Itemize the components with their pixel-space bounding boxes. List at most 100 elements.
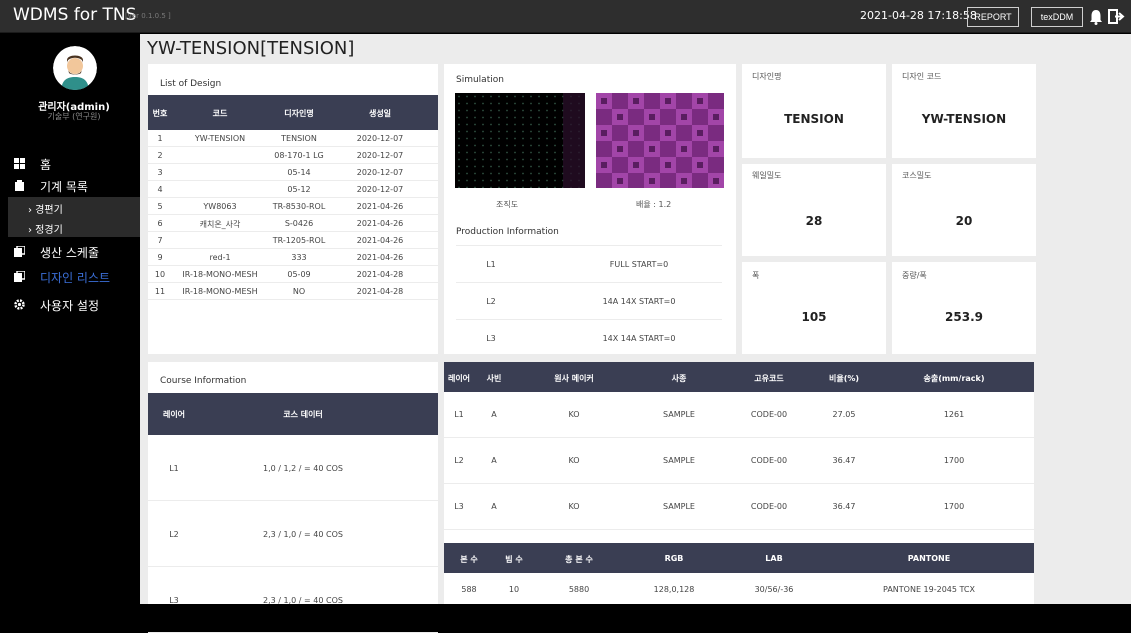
nav-label-machines: 기계 목록 <box>40 180 88 194</box>
app-title: WDMS for TNS <box>13 5 137 25</box>
design-list-row[interactable]: 11 IR-18-MONO-MESH NO 2021-04-28 <box>148 283 438 300</box>
layers-cell: A <box>491 410 497 419</box>
nav-item-home[interactable]: 홈 <box>8 153 140 175</box>
production-value: 14A 14X START=0 <box>602 297 676 306</box>
layers-header-cell: 레이어 <box>447 374 471 383</box>
design-list-row[interactable]: 1 YW-TENSION TENSION 2020-12-07 <box>148 130 438 147</box>
design-list-row[interactable]: 9 red-1 333 2021-04-26 <box>148 249 438 266</box>
course-data: 2,3 / 1,0 / = 40 COS <box>263 530 343 539</box>
course-info-row: L3 2,3 / 1,0 / = 40 COS <box>148 567 438 633</box>
nav-item-user-settings[interactable]: 사용자 설정 <box>8 294 140 316</box>
texddm-button[interactable]: texDDM <box>1031 7 1083 27</box>
layers-cell: KO <box>568 456 580 465</box>
yarn-header-cell: 총 본 수 <box>565 555 593 564</box>
nav-item-design-list[interactable]: 디자인 리스트 <box>8 266 140 288</box>
design-list-cell: 05-09 <box>287 270 311 279</box>
yarn-header-cell: RGB <box>664 554 684 563</box>
width-value: 105 <box>801 310 827 324</box>
production-info-row: L2 14A 14X START=0 <box>456 282 722 319</box>
design-list-card: List of Design 번호 코드 디자인명 생성일 1 YW-TENSIO… <box>148 64 438 354</box>
schedule-icon <box>14 246 25 257</box>
nav-item-machines[interactable]: 기계 목록 <box>8 175 140 197</box>
design-list-row[interactable]: 10 IR-18-MONO-MESH 05-09 2021-04-28 <box>148 266 438 283</box>
yarn-table-row: 588 10 5880 128,0,128 30/56/-36 PANTONE 19-20… <box>444 573 1034 604</box>
production-layer: L1 <box>486 260 496 269</box>
layers-table: 레이어 사빈 원사 메이커 사종 고유코드 비율(%) 송출(mm/rack) L1 A KO S… <box>444 362 1034 604</box>
design-list-cell: 05-14 <box>287 168 311 177</box>
design-list-header-cell: 코드 <box>212 109 228 118</box>
design-list-cell: 2021-04-26 <box>356 236 404 245</box>
wale-density-box: 웨일밀도 28 <box>742 164 886 256</box>
design-list-cell: 2021-04-28 <box>356 287 404 296</box>
yarn-cell: 5880 <box>568 585 590 594</box>
settings-icon <box>14 299 25 310</box>
yarn-header-cell: PANTONE <box>907 554 951 563</box>
layers-cell: CODE-00 <box>750 502 788 511</box>
layers-cell: CODE-00 <box>750 410 788 419</box>
yarn-cell: 588 <box>461 585 477 594</box>
design-list-cell: 2020-12-07 <box>356 151 404 160</box>
design-list-cell: 4 <box>157 185 163 194</box>
weight-per-width-box: 중량/폭 253.9 <box>892 262 1036 354</box>
design-list-cell: 2021-04-26 <box>356 202 404 211</box>
design-list-cell: TR-8530-ROL <box>272 202 326 211</box>
design-code-box: 디자인 코드 YW-TENSION <box>892 64 1036 158</box>
design-list-row[interactable]: 3 05-14 2020-12-07 <box>148 164 438 181</box>
nav-subitem-warp-machine[interactable]: › 정경기 <box>8 217 140 237</box>
design-list-icon <box>14 271 25 282</box>
weight-per-width-label: 중량/폭 <box>902 271 927 280</box>
design-list-row[interactable]: 2 08-170-1 LG 2020-12-07 <box>148 147 438 164</box>
app-version: [ver 0.1.0.5 ] <box>125 12 171 20</box>
layers-header-cell: 송출(mm/rack) <box>923 374 985 383</box>
layers-header-cell: 사빈 <box>486 374 502 383</box>
layers-cell: 1700 <box>943 456 965 465</box>
simulation-card: Simulation 조직도 배율: 1.2 Production Infor… <box>444 64 736 354</box>
course-layer: L1 <box>169 464 179 473</box>
logout-icon[interactable] <box>1108 8 1125 25</box>
layers-header-cell: 비율(%) <box>828 374 860 383</box>
layers-cell: L1 <box>454 410 464 419</box>
design-list-cell: 7 <box>157 236 163 245</box>
yarn-header-cell: 빔 수 <box>505 555 523 564</box>
bell-icon[interactable] <box>1089 9 1103 25</box>
design-list-row[interactable]: 7 TR-1205-ROL 2021-04-26 <box>148 232 438 249</box>
nav-label-home: 홈 <box>40 158 52 172</box>
report-button[interactable]: REPORT <box>967 7 1019 27</box>
design-list-header-cell: 번호 <box>152 109 168 118</box>
layers-cell: SAMPLE <box>663 410 695 419</box>
design-list-row[interactable]: 6 캐치온_사각 S-0426 2021-04-26 <box>148 215 438 232</box>
nav-sublabel-warp-knit: › 경편기 <box>28 205 63 216</box>
design-list-cell: 11 <box>154 287 166 296</box>
design-code-value: YW-TENSION <box>921 112 1007 126</box>
main-content: YW-TENSION[TENSION] List of Design 번호 코드… <box>140 34 1131 633</box>
course-info-row: L2 2,3 / 1,0 / = 40 COS <box>148 501 438 567</box>
width-label: 폭 <box>752 271 760 280</box>
design-list-cell: red-1 <box>209 253 231 262</box>
production-info-title: Production Information <box>456 227 559 237</box>
course-data: 1,0 / 1,2 / = 40 COS <box>263 464 343 473</box>
zoom-ratio-label: 배율 : 1.2 <box>636 200 672 209</box>
yarn-header-cell: 본 수 <box>460 555 478 564</box>
layers-cell: A <box>491 502 497 511</box>
design-list-row[interactable]: 4 05-12 2020-12-07 <box>148 181 438 198</box>
design-list-cell: 9 <box>157 253 163 262</box>
course-info-header: 레이어 코스 데이터 <box>148 393 438 435</box>
design-list-cell: 2020-12-07 <box>356 168 404 177</box>
course-layer: L2 <box>169 530 179 539</box>
layers-cell: 27.05 <box>832 410 856 419</box>
course-info-row: L1 1,0 / 1,2 / = 40 COS <box>148 435 438 501</box>
structure-diagram-image <box>455 93 585 188</box>
layers-cell: 1261 <box>943 410 965 419</box>
design-list-row[interactable]: 5 YW8063 TR-8530-ROL 2021-04-26 <box>148 198 438 215</box>
layers-table-row: L2 A KO SAMPLE CODE-00 36.47 1700 <box>444 438 1034 484</box>
production-info-row: L1 FULL START=0 <box>456 245 722 282</box>
nav-subitem-warp-knit[interactable]: › 경편기 <box>8 197 140 217</box>
design-list-cell: 5 <box>157 202 163 211</box>
yarn-header-cell: LAB <box>765 554 783 563</box>
layers-cell: SAMPLE <box>663 502 695 511</box>
design-list-title: List of Design <box>160 79 222 89</box>
layers-cell: SAMPLE <box>663 456 695 465</box>
current-datetime: 2021-04-28 17:18:58 <box>860 9 977 22</box>
nav-item-schedule[interactable]: 생산 스케줄 <box>8 241 140 263</box>
layers-header-cell: 사종 <box>671 374 687 383</box>
